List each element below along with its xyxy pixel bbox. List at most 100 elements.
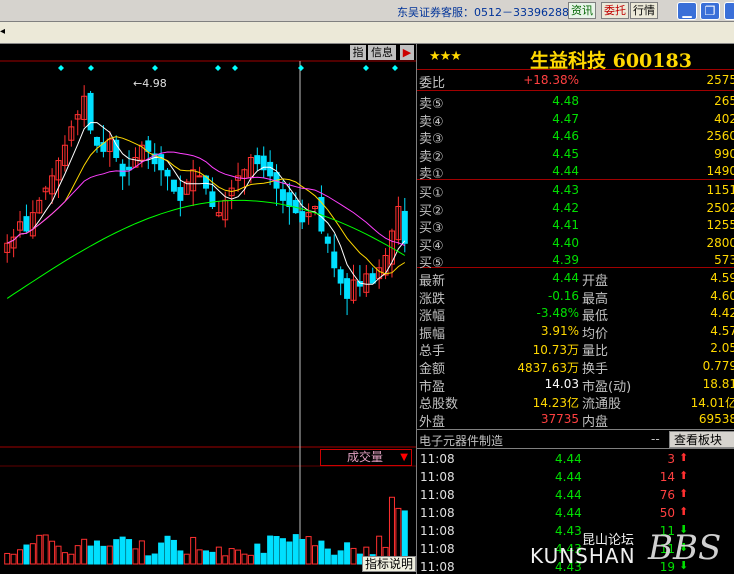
volume-bar (164, 535, 171, 565)
volume-bar (215, 546, 222, 565)
order-button[interactable]: 委托 (601, 2, 629, 19)
volume-bar (209, 551, 216, 565)
stat-value: -3.48% (536, 306, 579, 321)
flag-icon[interactable]: ▶ (400, 45, 414, 60)
arrow-up-icon: ⬆ (679, 469, 689, 482)
restore-icon[interactable]: ❐ (700, 2, 720, 20)
candle-body (119, 163, 126, 177)
volume-bar (235, 549, 242, 565)
order-level-row[interactable]: 卖① 4.44 1490 (417, 161, 734, 182)
volume-bar (318, 540, 325, 565)
info-mine-button[interactable]: 信息 (368, 45, 396, 60)
volume-bar (279, 538, 286, 565)
volume-bar (87, 545, 94, 565)
volume-bar (100, 545, 107, 565)
stat-value: 0.779 (702, 359, 734, 373)
tick-time: 11:08 (420, 470, 455, 484)
volume-bar (331, 554, 338, 565)
event-marker-icon (152, 65, 158, 71)
close-icon[interactable] (724, 2, 734, 20)
order-level-volume: 1255 (706, 218, 734, 233)
stat-value: 37735 (540, 411, 579, 426)
volume-bar (254, 543, 261, 565)
tick-price: 4.44 (555, 452, 582, 466)
event-marker-icon (392, 65, 398, 71)
volume-bar (196, 549, 203, 565)
commission-diff-value: 2575 (706, 73, 734, 87)
order-level-price: 4.39 (552, 253, 579, 268)
tick-row: 11:08 4.44 14 ⬆ (417, 468, 734, 486)
volume-bar (113, 539, 120, 565)
volume-bar (305, 536, 312, 565)
candle-body (331, 251, 338, 269)
commission-ratio-row: 委比 +18.38% 2575 (417, 70, 734, 91)
volume-bar (190, 536, 197, 565)
order-level-price: 4.43 (552, 183, 579, 197)
candle-body (254, 155, 261, 165)
volume-bar (42, 534, 49, 565)
tick-time: 11:08 (420, 560, 455, 574)
volume-bar (23, 544, 30, 565)
stat-value: 14.03 (544, 376, 579, 391)
volume-bar (68, 553, 75, 565)
kline-chart[interactable]: ←4.98 指 信息 ▶ 成交量 ▼ 指标说明 (0, 44, 416, 574)
candle-body (286, 192, 293, 207)
volume-bar (222, 555, 229, 565)
tick-price: 4.44 (555, 488, 582, 502)
stat-value: 4.60 (710, 288, 734, 303)
candle-body (209, 191, 216, 207)
candle-body (344, 278, 351, 299)
order-level-volume: 1151 (706, 183, 734, 197)
volume-bar (138, 540, 145, 565)
volume-bar (324, 548, 331, 565)
candle-body (164, 169, 171, 177)
order-level-volume: 990 (714, 146, 734, 161)
volume-bar (29, 543, 36, 565)
volume-bar (74, 545, 81, 565)
order-level-price: 4.47 (552, 111, 579, 126)
stat-value: 4.44 (552, 271, 579, 285)
volume-bar (119, 536, 126, 565)
stats-row: 外盘 37735 内盘 69538 (417, 409, 734, 430)
tick-volume: 50 (659, 506, 675, 520)
order-level-volume: 402 (714, 111, 734, 126)
event-marker-icon (298, 65, 304, 71)
minimize-icon[interactable]: ▁ (677, 2, 697, 20)
volume-bar (49, 540, 56, 565)
volume-bar (132, 548, 139, 565)
tick-row: 11:08 4.44 50 ⬆ (417, 504, 734, 522)
chart-canvas: ←4.98 (0, 60, 416, 565)
event-marker-icon (215, 65, 221, 71)
stat-label: 外盘 (419, 414, 446, 430)
industry-bar: 电子元器件制造 -- 查看板块股 (417, 429, 734, 463)
candle-body (145, 140, 152, 152)
volume-bar (337, 550, 344, 565)
stat-value: 4.42 (710, 306, 734, 321)
candle-body (267, 161, 274, 177)
arrow-up-icon: ⬆ (679, 487, 689, 500)
volume-bar (388, 496, 395, 565)
volume-bar (158, 542, 165, 565)
order-level-volume: 2560 (706, 129, 734, 144)
order-level-volume: 1490 (706, 164, 734, 179)
ma10-line (6, 136, 406, 275)
order-level-volume: 2800 (706, 235, 734, 250)
order-level-price: 4.45 (552, 146, 579, 161)
indicator-help-button[interactable]: 指标说明 (362, 556, 416, 572)
news-button[interactable]: 资讯 (568, 2, 596, 19)
stat-value: 4.57 (710, 323, 734, 338)
scroll-left-icon[interactable]: ◂ (0, 26, 5, 37)
watermark-bbs: BBS (648, 528, 722, 568)
view-sector-stocks-button[interactable]: 查看板块股 (669, 431, 734, 463)
quote-panel: ★★★ 生益科技 600183 委比 +18.38% 2575 电子元器件制造 … (416, 44, 734, 574)
order-level-price: 4.40 (552, 235, 579, 250)
candle-body (401, 210, 408, 244)
volume-bar (203, 550, 209, 565)
volume-bar (10, 553, 17, 565)
chevron-down-icon[interactable]: ▼ (400, 450, 408, 465)
volume-indicator-select[interactable]: 成交量 ▼ (320, 449, 412, 466)
candle-body (337, 269, 344, 284)
indicator-button[interactable]: 指 (350, 45, 366, 60)
quote-button[interactable]: 行情 (630, 2, 658, 19)
volume-bar (36, 534, 43, 565)
